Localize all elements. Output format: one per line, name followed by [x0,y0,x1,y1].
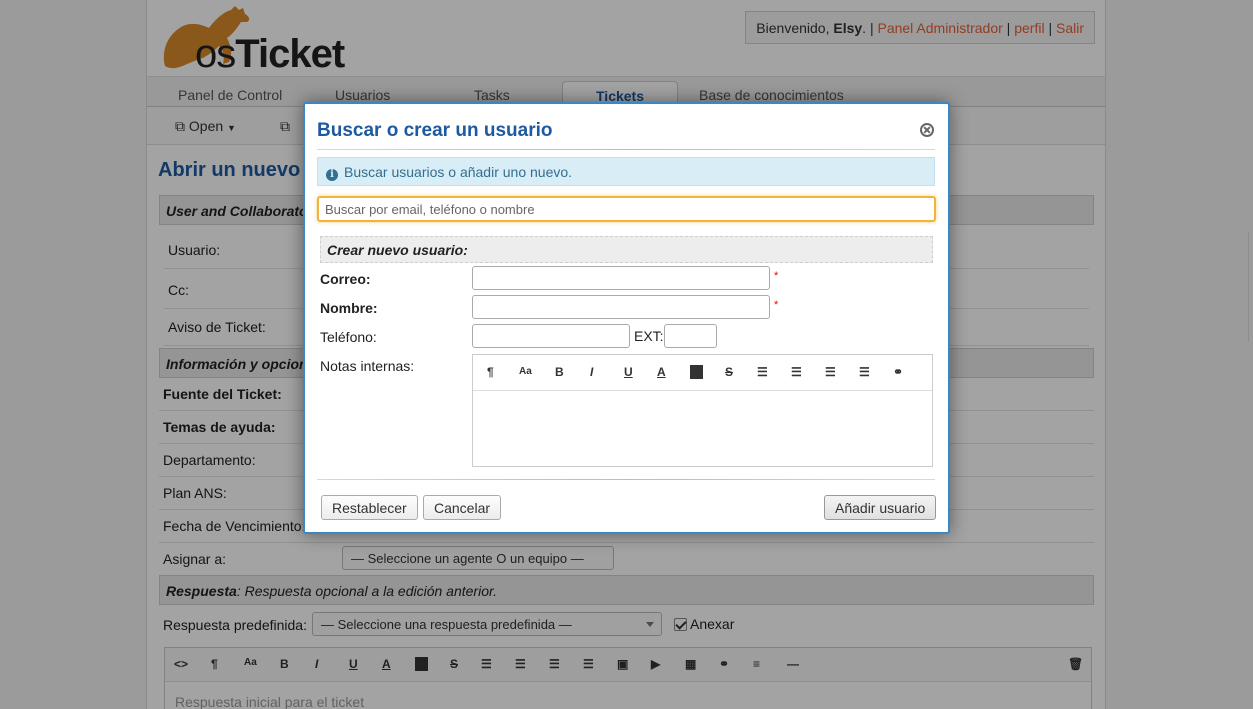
underline-icon[interactable]: U [624,365,633,379]
link-icon[interactable]: ⚭ [893,365,903,379]
notes-label: Notas internas: [320,358,415,374]
ext-field[interactable] [664,324,717,348]
strikethrough-icon[interactable]: S [725,365,733,379]
add-user-button[interactable]: Añadir usuario [824,495,937,520]
paragraph-icon[interactable]: ¶ [487,365,494,379]
user-search-dialog: Buscar o crear un usuario i Buscar usuari… [303,102,950,534]
highlight-icon[interactable]: A [690,365,703,379]
internal-notes-editor: ¶ Aa B I U A A S ☰ ☰ ☰ ☰ ⚭ [472,354,933,467]
email-label: Correo: [320,271,371,287]
font-size-icon[interactable]: Aa [519,366,532,377]
email-field[interactable] [472,266,770,290]
close-icon[interactable] [920,123,934,137]
cancel-button[interactable]: Cancelar [423,495,502,520]
required-mark: * [774,299,779,311]
ext-label: EXT: [634,328,664,344]
info-icon: i [326,169,338,181]
font-color-icon[interactable]: A [657,365,666,379]
divider [317,149,935,150]
required-mark: * [774,270,779,282]
info-banner: i Buscar usuarios o añadir uno nuevo. [317,157,935,186]
editor-toolbar: ¶ Aa B I U A A S ☰ ☰ ☰ ☰ ⚭ [473,355,932,391]
bullet-list-icon[interactable]: ☰ [757,365,768,379]
phone-field[interactable] [472,324,630,348]
dialog-title: Buscar o crear un usuario [317,120,553,141]
create-user-section: Crear nuevo usuario: [320,236,933,263]
phone-label: Teléfono: [320,329,377,345]
italic-icon[interactable]: I [590,365,593,379]
numbered-list-icon[interactable]: ☰ [791,365,802,379]
user-search-input[interactable] [317,196,936,222]
name-label: Nombre: [320,300,378,316]
bold-icon[interactable]: B [555,365,564,379]
divider [317,479,935,480]
reset-button[interactable]: Restablecer [321,495,418,520]
name-field[interactable] [472,295,770,319]
indent-icon[interactable]: ☰ [859,365,870,379]
outdent-icon[interactable]: ☰ [825,365,836,379]
